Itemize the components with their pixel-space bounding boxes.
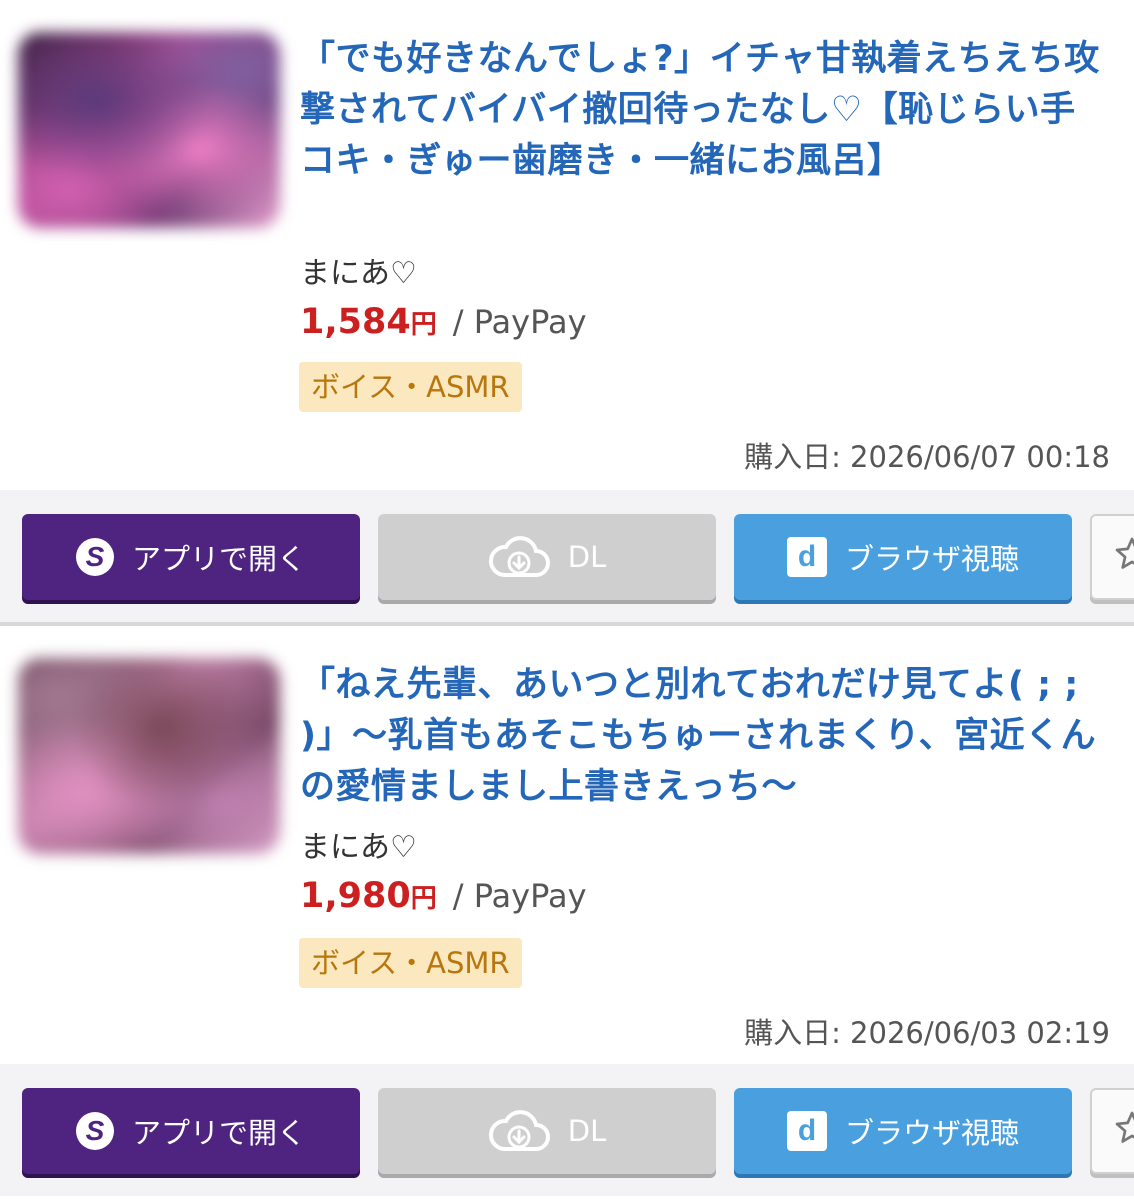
browser-play-button[interactable]: d ブラウザ視聴 [734, 1088, 1072, 1174]
download-button[interactable]: DL [378, 514, 716, 600]
open-in-app-label: アプリで開く [131, 542, 306, 576]
browser-play-button[interactable]: d ブラウザ視聴 [734, 514, 1072, 600]
price-value: 1,584 [300, 302, 411, 342]
app-logo-icon: S [75, 1112, 114, 1150]
download-button[interactable]: DL [378, 1088, 716, 1174]
open-in-app-button[interactable]: S アプリで開く [22, 1088, 360, 1174]
product-title[interactable]: 「でも好きなんでしょ?」イチャ甘執着えちえち攻撃されてバイバイ撤回待ったなし♡【… [300, 34, 1110, 187]
star-icon [1114, 1110, 1134, 1153]
price-currency: 円 [410, 884, 437, 914]
browser-play-label: ブラウザ視聴 [844, 1116, 1019, 1150]
payment-method: / PayPay [452, 877, 587, 915]
open-in-app-button[interactable]: S アプリで開く [22, 514, 360, 600]
price-row: 1,584円 / PayPay [300, 302, 587, 342]
maker-name[interactable]: まにあ♡ [300, 822, 417, 866]
star-icon [1114, 536, 1134, 579]
action-bar: S アプリで開く DL d ブラウザ視聴 [0, 1064, 1134, 1196]
purchase-date: 購入日: 2026/06/03 02:19 [744, 1016, 1110, 1050]
favorite-button[interactable] [1090, 1088, 1134, 1174]
category-badge: ボイス・ASMR [299, 362, 522, 412]
browser-play-label: ブラウザ視聴 [844, 542, 1019, 576]
cloud-download-icon [488, 535, 550, 579]
purchase-date: 購入日: 2026/06/07 00:18 [744, 440, 1110, 474]
maker-name[interactable]: まにあ♡ [300, 248, 417, 292]
browser-d-icon: d [786, 1111, 827, 1151]
cloud-download-icon [488, 1109, 550, 1153]
action-bar: S アプリで開く DL d ブラウザ視聴 [0, 490, 1134, 622]
category-badge: ボイス・ASMR [299, 938, 522, 988]
product-thumbnail[interactable] [18, 658, 280, 854]
price-value: 1,980 [300, 876, 411, 916]
payment-method: / PayPay [452, 303, 587, 341]
app-logo-icon: S [75, 538, 114, 576]
price-row: 1,980円 / PayPay [300, 876, 587, 916]
product-thumbnail[interactable] [18, 32, 280, 228]
item-divider [0, 622, 1134, 626]
browser-d-icon: d [786, 537, 827, 577]
price-currency: 円 [410, 310, 437, 340]
download-label: DL [567, 1114, 607, 1148]
open-in-app-label: アプリで開く [131, 1116, 306, 1150]
product-title[interactable]: 「ねえ先輩、あいつと別れておれだけ見てよ( ; ; )」〜乳首もあそこもちゅーさ… [300, 660, 1110, 813]
favorite-button[interactable] [1090, 514, 1134, 600]
download-label: DL [567, 540, 607, 574]
